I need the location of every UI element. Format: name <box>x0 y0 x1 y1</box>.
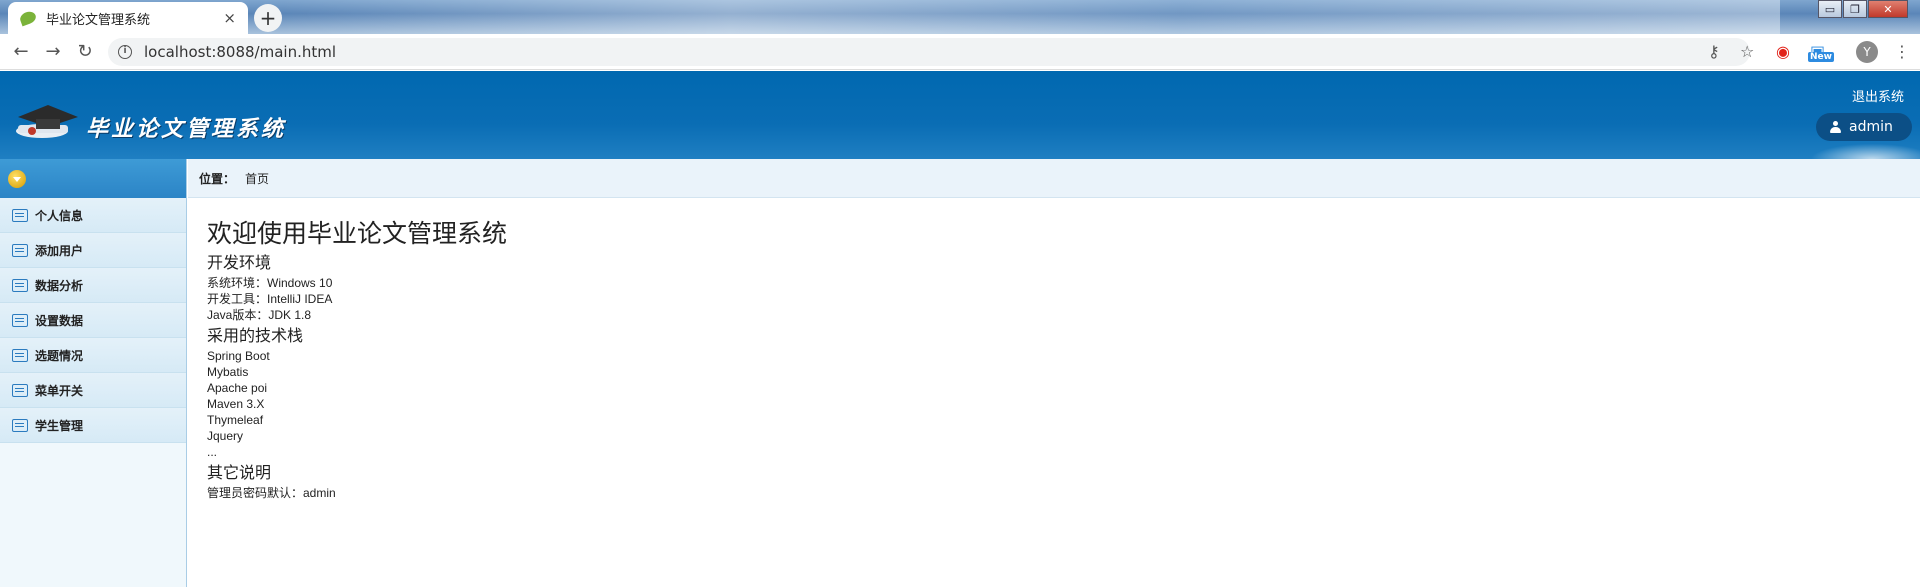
weibo-icon[interactable]: ◉ <box>1776 42 1790 61</box>
key-icon[interactable]: ⚷ <box>1708 42 1720 61</box>
env-heading: 开发环境 <box>207 255 272 272</box>
minimize-button[interactable]: ▭ <box>1818 0 1842 18</box>
username: admin <box>1849 119 1893 135</box>
back-arrow-icon[interactable]: ← <box>10 41 32 63</box>
app-logo-title: 毕业论文管理系统 <box>86 116 287 142</box>
url-text[interactable]: localhost:8088/main.html <box>144 43 336 61</box>
bookmark-star-icon[interactable]: ☆ <box>1740 42 1754 61</box>
other-line: 管理员密码默认：admin <box>207 486 336 500</box>
sidebar-item-student-management[interactable]: 学生管理 <box>0 408 186 443</box>
profile-avatar[interactable]: Y <box>1856 41 1878 63</box>
tab-close-icon[interactable]: × <box>223 9 236 27</box>
sidebar-item-settings-data[interactable]: 设置数据 <box>0 303 186 338</box>
leaf-favicon-icon <box>18 9 38 27</box>
info-icon[interactable]: i <box>118 45 132 59</box>
main-content: 欢迎使用毕业论文管理系统 开发环境 系统环境：Windows 10 开发工具：I… <box>207 216 507 501</box>
page-title: 欢迎使用毕业论文管理系统 <box>207 220 508 248</box>
sidebar: 个人信息 添加用户 数据分析 设置数据 选题情况 菜单开关 学生管理 <box>0 159 187 587</box>
sidebar-item-label: 个人信息 <box>35 208 84 223</box>
tech-line: Maven 3.X <box>207 397 265 411</box>
sidebar-item-personal-info[interactable]: 个人信息 <box>0 198 186 233</box>
user-badge[interactable]: admin <box>1816 113 1912 141</box>
comment-icon <box>12 313 28 327</box>
sidebar-item-menu-switch[interactable]: 菜单开关 <box>0 373 186 408</box>
sidebar-item-label: 学生管理 <box>35 418 84 433</box>
breadcrumb: 位置： 首页 <box>188 159 1920 198</box>
list-icon <box>12 418 28 432</box>
new-badge: New <box>1808 52 1834 62</box>
comment-icon <box>12 278 28 292</box>
comment-icon <box>12 243 28 257</box>
tech-line: Spring Boot <box>207 349 270 363</box>
app-header: 毕业论文管理系统 退出系统 admin <box>0 71 1920 159</box>
collapse-toggle-icon[interactable] <box>8 169 26 188</box>
breadcrumb-label: 位置： <box>199 171 236 186</box>
sidebar-item-label: 设置数据 <box>35 313 84 328</box>
logout-link[interactable]: 退出系统 <box>1852 86 1904 105</box>
env-line: Java版本：JDK 1.8 <box>207 308 312 322</box>
sidebar-item-data-analysis[interactable]: 数据分析 <box>0 268 186 303</box>
new-tab-button[interactable]: + <box>254 4 282 32</box>
sidebar-header <box>0 159 186 198</box>
comment-icon <box>12 383 28 397</box>
forward-arrow-icon[interactable]: → <box>42 41 64 63</box>
sidebar-item-label: 菜单开关 <box>35 383 84 398</box>
header-swoosh <box>1800 141 1920 159</box>
tech-line: Jquery <box>207 429 244 443</box>
tech-line: ... <box>207 445 218 459</box>
tech-line: Apache poi <box>207 381 268 395</box>
other-heading: 其它说明 <box>207 465 272 482</box>
sidebar-item-label: 数据分析 <box>35 278 84 293</box>
close-window-button[interactable]: ✕ <box>1868 0 1908 18</box>
browser-titlebar: 毕业论文管理系统 × + ▭ ❐ ✕ <box>0 0 1920 34</box>
tech-line: Mybatis <box>207 365 249 379</box>
tech-heading: 采用的技术栈 <box>207 328 304 345</box>
reload-icon[interactable]: ↻ <box>74 41 96 63</box>
tech-line: Thymeleaf <box>207 413 264 427</box>
sidebar-item-add-user[interactable]: 添加用户 <box>0 233 186 268</box>
maximize-button[interactable]: ❐ <box>1843 0 1867 18</box>
user-icon <box>1830 121 1841 133</box>
sidebar-item-label: 添加用户 <box>35 243 84 258</box>
sidebar-item-label: 选题情况 <box>35 348 84 363</box>
browser-tab[interactable]: 毕业论文管理系统 × <box>8 2 248 34</box>
menu-dots-icon[interactable]: ⋮ <box>1894 42 1910 61</box>
browser-toolbar: ← → ↻ i localhost:8088/main.html ⚷ ☆ ◉ ▣… <box>0 34 1920 70</box>
graduation-cap-icon <box>16 105 78 138</box>
tab-title: 毕业论文管理系统 <box>46 12 151 28</box>
env-line: 系统环境：Windows 10 <box>207 276 333 290</box>
address-bar[interactable]: i localhost:8088/main.html <box>108 38 1750 66</box>
comment-icon <box>12 208 28 222</box>
comment-icon <box>12 348 28 362</box>
breadcrumb-current[interactable]: 首页 <box>245 170 269 187</box>
sidebar-item-topic-selection[interactable]: 选题情况 <box>0 338 186 373</box>
env-line: 开发工具：IntelliJ IDEA <box>207 292 333 306</box>
